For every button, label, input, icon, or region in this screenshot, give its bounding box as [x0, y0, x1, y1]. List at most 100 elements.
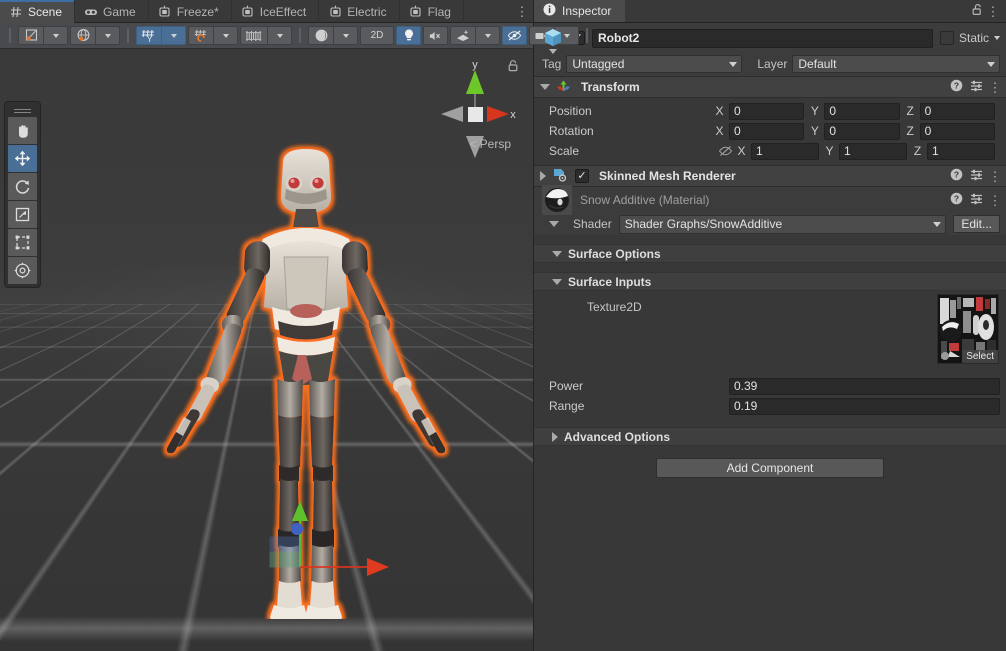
kebab-menu-icon[interactable]: ⋮ — [985, 5, 1001, 18]
gizmo-x-axis — [487, 106, 509, 122]
help-icon[interactable]: ? — [950, 192, 963, 208]
static-checkbox[interactable] — [939, 31, 954, 45]
rotation-z-field[interactable]: 0 — [919, 122, 995, 140]
grid-y-icon[interactable]: Y — [136, 26, 161, 45]
tag-dropdown[interactable]: Untagged — [566, 55, 743, 73]
texture-thumbnail[interactable]: Select — [937, 294, 999, 364]
grid-snap-icon[interactable] — [188, 26, 213, 45]
scale-tool[interactable] — [8, 201, 37, 228]
snap-caret[interactable] — [213, 26, 238, 45]
snap-group — [188, 26, 238, 45]
scene-gizmo-lock-icon[interactable] — [507, 59, 519, 75]
help-icon[interactable]: ? — [950, 168, 963, 184]
scale-x-field[interactable]: 1 — [751, 142, 819, 160]
transform-tool[interactable] — [8, 257, 37, 284]
shader-graph-icon — [409, 5, 423, 19]
lock-open-icon[interactable] — [971, 3, 983, 19]
kebab-menu-icon[interactable]: ⋮ — [511, 0, 533, 22]
eye-off-icon[interactable] — [502, 26, 527, 45]
section-advanced-options[interactable]: Advanced Options — [534, 427, 1006, 446]
scene-projection-label[interactable]: < Persp — [470, 137, 511, 151]
tab-scene[interactable]: Scene — [0, 0, 76, 23]
component-title: Skinned Mesh Renderer — [599, 169, 736, 183]
tab-label: Freeze* — [176, 4, 219, 19]
move-tool[interactable] — [8, 145, 37, 172]
prefab-cube-icon[interactable] — [542, 27, 564, 54]
add-component-button[interactable]: Add Component — [656, 458, 884, 478]
preset-icon[interactable] — [970, 168, 983, 184]
section-surface-options[interactable]: Surface Options — [534, 244, 1006, 263]
rotation-x-field[interactable]: 0 — [729, 122, 805, 140]
preset-icon[interactable] — [970, 79, 983, 95]
grid-size-group — [240, 26, 292, 45]
foldout-closed-icon[interactable] — [552, 431, 558, 442]
chevron-down-icon — [987, 61, 995, 67]
scene-panel: Scene Game Freeze* IceEffect Electric Fl… — [0, 0, 588, 651]
audio-mute-icon[interactable] — [423, 26, 448, 45]
shading-caret[interactable] — [333, 26, 358, 45]
hand-tool[interactable] — [8, 117, 37, 144]
layer-dropdown[interactable]: Default — [792, 55, 1000, 73]
rotate-tool[interactable] — [8, 173, 37, 200]
rect-transform-tool[interactable] — [8, 229, 37, 256]
scene-toolbar: Y 2D — [0, 23, 588, 49]
component-header-transform[interactable]: Transform ? ⋮ — [534, 76, 1006, 98]
texture-select-button[interactable]: Select — [962, 350, 998, 363]
material-foldout-icon[interactable] — [542, 221, 566, 227]
tab-iceeffect[interactable]: IceEffect — [232, 0, 320, 23]
toggle-2d-button[interactable]: 2D — [360, 26, 394, 45]
edit-shader-button[interactable]: Edit... — [953, 215, 1000, 233]
tool-palette-grip[interactable] — [8, 105, 37, 116]
foldout-open-icon[interactable] — [552, 250, 562, 257]
material-sphere-icon[interactable] — [542, 185, 572, 215]
scene-lighting-caret[interactable] — [95, 26, 120, 45]
scene-axis-gizmo[interactable]: y x — [431, 58, 519, 168]
gameobject-name-field[interactable]: Robot2 — [592, 28, 933, 48]
foldout-open-icon[interactable] — [540, 84, 550, 90]
position-y-field[interactable]: 0 — [824, 102, 900, 120]
unity-editor-window: Scene Game Freeze* IceEffect Electric Fl… — [0, 0, 1006, 651]
draw-mode-caret[interactable] — [43, 26, 68, 45]
lightbulb-icon[interactable] — [396, 26, 421, 45]
grid-axis-caret[interactable] — [161, 26, 186, 45]
kebab-menu-icon[interactable]: ⋮ — [989, 194, 1002, 207]
renderer-enabled-checkbox[interactable]: ✓ — [575, 169, 589, 183]
shader-dropdown[interactable]: Shader Graphs/SnowAdditive — [618, 214, 947, 234]
static-dropdown-caret[interactable] — [994, 36, 1000, 40]
effects-caret[interactable] — [475, 26, 500, 45]
scale-z-field[interactable]: 1 — [927, 142, 995, 160]
tab-inspector[interactable]: Inspector — [534, 0, 626, 22]
power-field[interactable]: 0.39 — [729, 377, 1000, 395]
foldout-open-icon[interactable] — [552, 278, 562, 285]
preset-icon[interactable] — [970, 192, 983, 208]
range-field[interactable]: 0.19 — [729, 397, 1000, 415]
rotation-y-field[interactable]: 0 — [824, 122, 900, 140]
tab-flag[interactable]: Flag — [400, 0, 464, 23]
ruler-icon[interactable] — [240, 26, 267, 45]
foldout-closed-icon[interactable] — [540, 171, 546, 181]
tab-freeze[interactable]: Freeze* — [149, 0, 232, 23]
shaded-mode-icon[interactable] — [18, 26, 43, 45]
material-name: Snow Additive (Material) — [580, 193, 710, 207]
scale-axes: X1 Y1 Z1 — [736, 142, 1000, 160]
constrain-proportions-off-icon[interactable] — [714, 145, 736, 157]
shading-sphere-icon[interactable] — [308, 26, 333, 45]
tab-electric[interactable]: Electric — [319, 0, 400, 23]
shader-row: Shader Shader Graphs/SnowAdditive Edit..… — [534, 213, 1006, 235]
fx-icon[interactable] — [450, 26, 475, 45]
help-icon[interactable]: ? — [950, 79, 963, 95]
move-gizmo[interactable] — [243, 449, 403, 579]
section-surface-inputs[interactable]: Surface Inputs — [534, 272, 1006, 291]
scale-y-field[interactable]: 1 — [839, 142, 907, 160]
power-label: Power — [549, 379, 584, 393]
position-x-field[interactable]: 0 — [729, 102, 805, 120]
scene-viewport[interactable]: y x < Persp — [0, 49, 533, 651]
component-header-skinned-mesh-renderer[interactable]: ✓ Skinned Mesh Renderer ? ⋮ — [534, 165, 1006, 187]
svg-text:?: ? — [954, 170, 959, 180]
tab-game[interactable]: Game — [75, 0, 149, 23]
globe-icon[interactable] — [70, 26, 95, 45]
kebab-menu-icon[interactable]: ⋮ — [989, 81, 1002, 94]
kebab-menu-icon[interactable]: ⋮ — [989, 170, 1002, 183]
grid-size-caret[interactable] — [267, 26, 292, 45]
position-z-field[interactable]: 0 — [919, 102, 995, 120]
